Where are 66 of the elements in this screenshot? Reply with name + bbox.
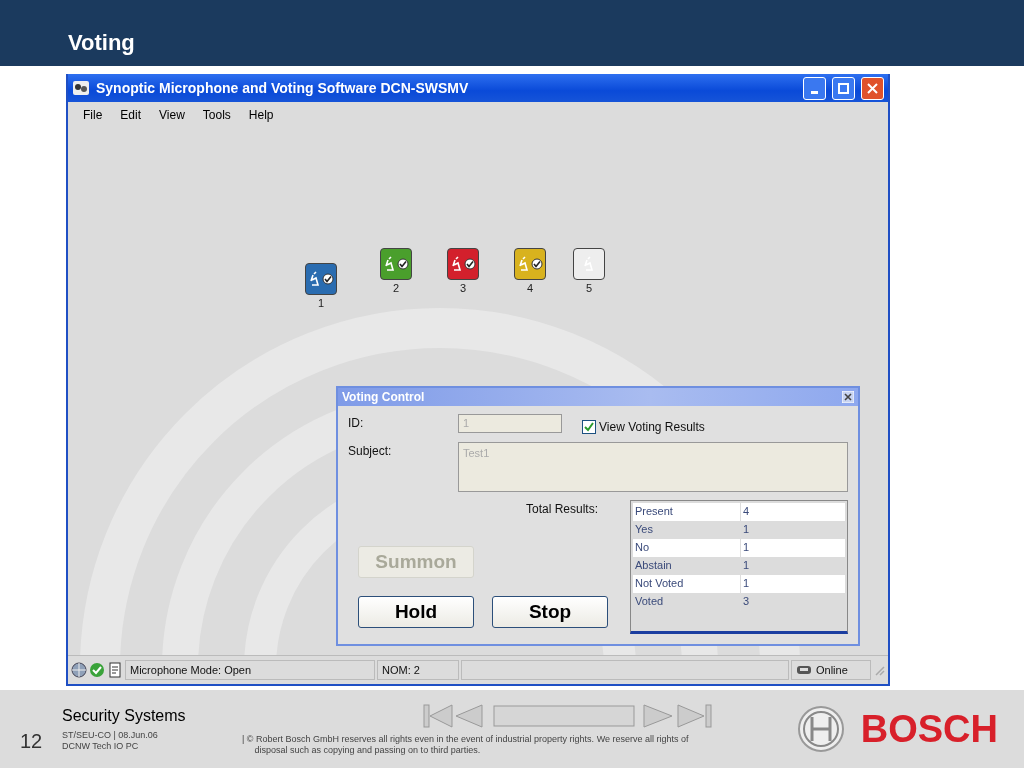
menu-item[interactable]: Edit — [111, 106, 151, 124]
maximize-icon — [838, 82, 849, 94]
maximize-button[interactable] — [832, 76, 855, 100]
check-circle-icon — [530, 258, 543, 270]
copyright-text: | © Robert Bosch GmbH reserves all rights even in the event of industrial property rights. We reserve all rights of disposal such as copying and passing on to third parties. — [242, 734, 690, 756]
delegate-icon — [450, 256, 463, 272]
brand-name: BOSCH — [860, 707, 998, 751]
check-circle-icon — [463, 258, 476, 270]
table-cell-text: 1 — [742, 558, 751, 573]
minimize-icon — [811, 90, 818, 94]
stop-button[interactable]: Stop — [492, 596, 608, 628]
checkmark-icon — [584, 422, 594, 432]
minimize-button[interactable] — [803, 76, 826, 100]
section-title: Security Systems — [62, 706, 187, 725]
delegate-icon — [308, 271, 321, 287]
menu-item[interactable]: File — [74, 106, 112, 124]
seat-button[interactable] — [380, 248, 412, 280]
close-icon — [867, 82, 878, 94]
logo-icon — [796, 705, 845, 753]
menu-item[interactable]: Help — [239, 106, 283, 124]
view-results-checkbox[interactable]: View Voting Results — [582, 420, 705, 434]
resize-grip-icon[interactable] — [873, 664, 885, 676]
mode-status: Microphone Mode: Open — [125, 660, 375, 680]
total-results-label: Total Results: — [524, 502, 598, 516]
nom-status: NOM: 2 — [377, 660, 459, 680]
window-title: Synoptic Microphone and Voting Software DCN-SWSMV — [96, 80, 470, 96]
menu-item[interactable]: Tools — [193, 106, 240, 124]
page-number: 12 — [18, 729, 44, 753]
seat-button[interactable] — [305, 263, 337, 295]
connection-status: Online — [816, 664, 848, 676]
check-circle-icon — [396, 258, 409, 270]
table-cell-text: 1 — [742, 576, 751, 591]
subject-label: Subject: — [348, 443, 393, 458]
seat-number: 5 — [585, 282, 593, 294]
hold-button[interactable]: Hold — [358, 596, 474, 628]
seat-button[interactable] — [573, 248, 605, 280]
seat-number: 3 — [459, 282, 467, 294]
table-cell: Voted — [633, 593, 741, 611]
table-cell: Not Voted — [633, 575, 741, 593]
table-cell-text: 4 — [742, 504, 751, 519]
delegate-icon — [517, 256, 530, 272]
table-cell: Present — [633, 503, 741, 521]
close-button[interactable] — [842, 391, 854, 403]
close-button[interactable] — [861, 76, 884, 100]
table-cell: No — [633, 539, 741, 557]
seat-number: 1 — [317, 297, 325, 309]
table-cell-text: 3 — [742, 594, 751, 609]
slide-title: Voting — [68, 30, 135, 56]
document-icon[interactable] — [107, 662, 123, 678]
id-label: ID: — [348, 415, 365, 430]
table-cell-text: 1 — [742, 522, 751, 537]
delegate-icon — [383, 256, 396, 272]
app-icon — [72, 80, 90, 96]
dialog-title: Voting Control — [342, 390, 425, 404]
meta-text: ST/SEU-CO | 08.Jun.06 — [62, 729, 158, 741]
globe-icon[interactable] — [71, 662, 87, 678]
menu-item[interactable]: View — [150, 106, 194, 124]
connection-icon — [796, 665, 812, 675]
check-circle-icon[interactable] — [89, 662, 105, 678]
seat-button[interactable] — [514, 248, 546, 280]
seat-button[interactable] — [447, 248, 479, 280]
check-circle-icon — [321, 273, 334, 285]
seat-number: 2 — [392, 282, 400, 294]
meta-text: DCNW Tech IO PC — [62, 740, 140, 752]
seat-number: 4 — [526, 282, 534, 294]
table-cell-text: 1 — [742, 540, 751, 555]
